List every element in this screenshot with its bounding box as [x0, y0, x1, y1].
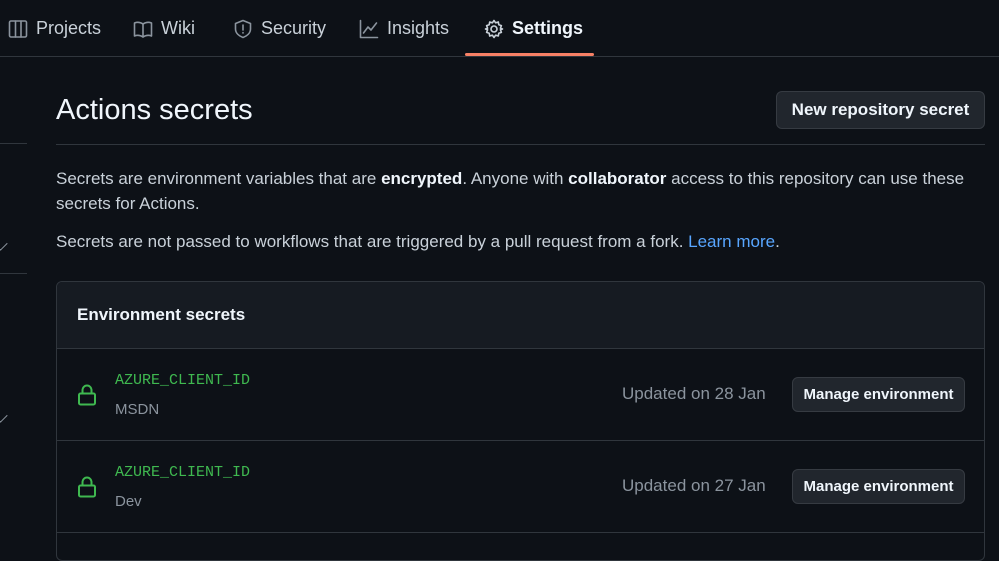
fork-note: Secrets are not passed to workflows that… [56, 229, 966, 254]
secret-environment: Dev [115, 493, 142, 510]
learn-more-link[interactable]: Learn more [688, 232, 775, 251]
environment-secrets-header: Environment secrets [57, 282, 984, 349]
description-text: . Anyone with [462, 169, 569, 188]
header-divider [56, 144, 985, 145]
secret-row: AZURE_CLIENT_ID Dev Updated on 27 Jan Ma… [57, 441, 984, 533]
secret-name: AZURE_CLIENT_ID [115, 464, 251, 481]
tab-label: Insights [387, 18, 450, 38]
sidebar-divider [0, 273, 27, 274]
tab-label: Projects [36, 18, 102, 38]
sidebar-chevron-icon[interactable] [0, 239, 8, 251]
sidebar-divider [0, 143, 27, 144]
fork-note-text: . [775, 232, 780, 251]
tab-label: Settings [512, 18, 584, 38]
book-icon [133, 19, 153, 39]
tab-label: Wiki [161, 18, 195, 38]
lock-icon [77, 384, 97, 406]
page-title: Actions secrets [56, 94, 253, 126]
description-bold: collaborator [568, 169, 667, 188]
secret-row: AZURE_CLIENT_ID MSDN Updated on 28 Jan M… [57, 349, 984, 441]
environment-secrets-box: Environment secrets AZURE_CLIENT_ID MSDN… [56, 281, 985, 561]
fork-note-text: Secrets are not passed to workflows that… [56, 232, 689, 251]
graph-icon [359, 19, 379, 39]
tab-label: Security [261, 18, 327, 38]
secret-environment: MSDN [115, 401, 160, 418]
tab-wiki[interactable]: Wiki [133, 0, 195, 57]
tab-insights[interactable]: Insights [359, 0, 449, 57]
secrets-description: Secrets are environment variables that a… [56, 166, 966, 216]
new-repository-secret-button[interactable]: New repository secret [776, 91, 985, 129]
repo-tab-nav: Projects Wiki Security Insights Settings [0, 0, 999, 57]
description-bold: encrypted [381, 169, 463, 188]
secret-updated-date: Updated on 28 Jan [622, 384, 766, 403]
lock-icon [77, 476, 97, 498]
tab-security[interactable]: Security [233, 0, 326, 57]
sidebar-chevron-icon[interactable] [0, 411, 8, 423]
secret-updated-date: Updated on 27 Jan [622, 476, 766, 495]
manage-environment-button[interactable]: Manage environment [792, 377, 965, 412]
project-table-icon [8, 19, 28, 39]
manage-environment-button[interactable]: Manage environment [792, 469, 965, 504]
tab-projects[interactable]: Projects [8, 0, 101, 57]
selected-tab-underline [465, 53, 594, 56]
shield-icon [233, 19, 253, 39]
gear-icon [484, 19, 504, 39]
tab-settings[interactable]: Settings [484, 0, 583, 57]
environment-secrets-title: Environment secrets [77, 305, 246, 324]
secret-name: AZURE_CLIENT_ID [115, 372, 251, 389]
description-text: Secrets are environment variables that a… [56, 169, 382, 188]
